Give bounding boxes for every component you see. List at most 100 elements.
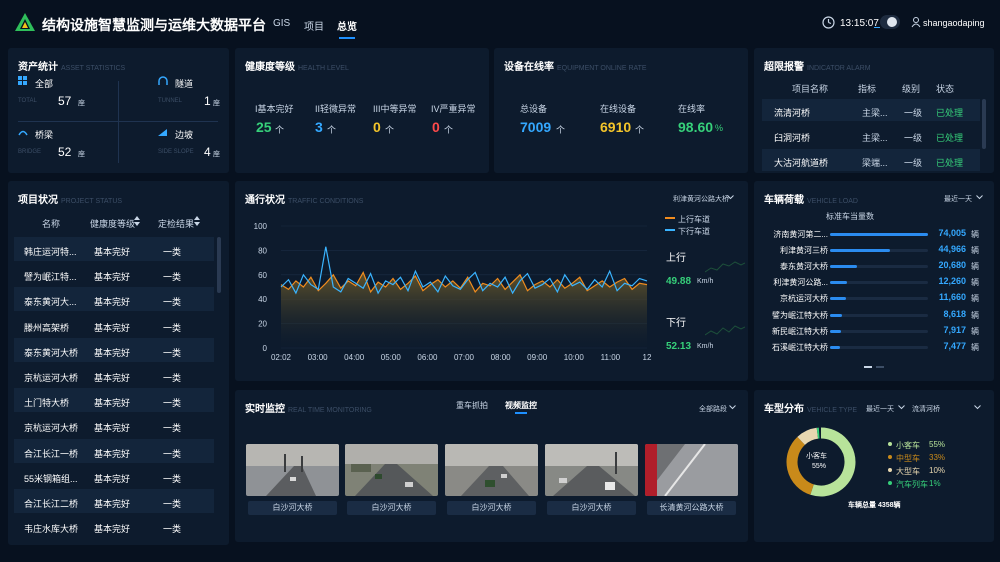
legend-value: 33% (929, 453, 946, 462)
donut-slice (786, 436, 815, 495)
logo-icon (15, 13, 35, 31)
project-row-name[interactable]: 韦庄水库大桥 (24, 522, 86, 535)
asset-title: 资产统计 ASSET STATISTICS (18, 62, 126, 73)
donut-center-label: 小客车 (806, 453, 827, 460)
alarm-row-level: 一级 (904, 133, 923, 143)
project-row-health: 基本完好 (94, 297, 131, 308)
camera-thumbnail[interactable] (345, 444, 438, 496)
health-unit-1: 个 (275, 125, 285, 135)
project-row-name[interactable]: 京杭运河大桥 (24, 421, 86, 434)
chevron-down-icon[interactable] (729, 405, 736, 410)
monitor-title: 实时监控 REAL TIME MONITORING (245, 404, 372, 415)
sort-icon[interactable] (134, 216, 140, 226)
asset-panel: 资产统计 ASSET STATISTICS 全部 TOTAL 57 座 隧道 TU… (8, 48, 229, 173)
project-row-name[interactable]: 合江长江二桥 (24, 497, 86, 510)
asset-slope-label: 边坡 (175, 130, 194, 140)
alarm-scrollbar[interactable] (982, 99, 986, 149)
project-row-inspection: 一类 (163, 423, 182, 434)
tab-heavy-vehicle[interactable]: 重车抓拍 (456, 400, 488, 411)
project-row-health: 基本完好 (94, 247, 131, 257)
load-range-select[interactable]: 最近一天 (944, 194, 972, 204)
chevron-down-icon[interactable] (727, 195, 734, 200)
sort-icon[interactable] (194, 216, 200, 226)
legend-label: 汽车列车 (896, 480, 928, 489)
asset-tunnel-unit: 座 (213, 100, 220, 107)
load-value: 12,260 (938, 276, 966, 287)
bridge-select[interactable]: 利津黄河公路大桥 (673, 194, 729, 204)
project-row-inspection: 一类 (163, 322, 182, 333)
project-row-inspection: 一类 (163, 499, 182, 509)
section-filter[interactable]: 全部路段 (699, 404, 727, 414)
health-label-4: IV严重异常 (431, 104, 476, 114)
username[interactable]: shangaodaping (923, 18, 985, 28)
load-unit: 辆 (971, 246, 979, 256)
alarm-row-level: 一级 (904, 108, 923, 118)
vehicle-type-title: 车型分布 VEHICLE TYPE (764, 404, 858, 415)
load-value: 20,680 (938, 260, 966, 271)
tab-video[interactable]: 视频监控 (505, 400, 537, 411)
up-sparkline (705, 261, 745, 273)
load-bridge-name: 泰东黄河大桥 (780, 262, 828, 272)
up-speed-unit: Km/h (697, 278, 714, 285)
health-value-1: 25 (256, 119, 272, 135)
project-scrollbar[interactable] (217, 237, 221, 293)
load-bar (830, 345, 840, 349)
type-range-select[interactable]: 最近一天 (866, 404, 894, 414)
x-tick-label: 08:00 (491, 353, 512, 361)
alarm-row-status: 已处理 (936, 108, 964, 118)
camera-thumbnail[interactable] (545, 444, 638, 496)
alarm-row-name: 流清河桥 (774, 108, 811, 118)
load-bar-track (830, 281, 928, 285)
project-row-name[interactable]: 泰东黄河大桥 (24, 346, 86, 359)
asset-tunnel-value: 1 (204, 94, 211, 108)
theme-toggle[interactable] (880, 15, 900, 29)
project-row-name[interactable]: 譬为岷江特... (24, 270, 86, 283)
app-title: 结构设施智慧监测与运维大数据平台 (42, 17, 266, 33)
toggle-knob (887, 17, 897, 27)
load-value: 74,005 (938, 228, 966, 238)
vehicle-load-panel: 车辆荷载 VEHICLE LOAD 最近一天 标准车当量数 济南黄河第二... 74… (754, 181, 994, 381)
nav-overview[interactable]: 总览 (337, 18, 357, 39)
nav-projects[interactable]: 项目 (304, 18, 324, 33)
chevron-down-icon[interactable] (974, 405, 981, 410)
load-value: 44,966 (938, 244, 966, 255)
alarm-row-indicator: 主梁... (862, 108, 888, 118)
project-row-name[interactable]: 合江长江一桥 (24, 447, 86, 460)
camera-thumbnail[interactable] (645, 444, 738, 496)
camera-thumbnail[interactable] (246, 444, 339, 496)
asset-total-en: TOTAL (18, 98, 37, 104)
health-value-4: 0 (432, 119, 440, 135)
traffic-title: 通行状况 TRAFFIC CONDITIONS (245, 195, 364, 206)
alarm-header-name: 项目名称 (792, 84, 829, 94)
monitor-panel: 实时监控 REAL TIME MONITORING 重车抓拍 视频监控 全部路段 … (235, 390, 748, 542)
type-bridge-select[interactable]: 流清河桥 (912, 404, 940, 414)
equipment-value-online: 6910 (600, 119, 632, 135)
equipment-label-online: 在线设备 (600, 104, 637, 114)
x-tick-label: 05:00 (381, 353, 402, 361)
y-tick-label: 60 (258, 271, 267, 280)
user-icon (911, 17, 921, 28)
nav-gis[interactable]: GIS (273, 18, 290, 29)
project-header-health[interactable]: 健康度等级 (90, 217, 135, 230)
grid-icon (18, 76, 27, 85)
project-row-name[interactable]: 韩庄运河特... (24, 245, 86, 258)
project-panel: 项目状况 PROJECT STATUS 名称 健康度等级 定检结果 韩庄运河特..… (8, 181, 229, 545)
pager-dot-active[interactable] (864, 366, 872, 368)
project-header-inspection[interactable]: 定检结果 (158, 217, 194, 230)
project-row-name[interactable]: 泰东黄河大... (24, 295, 86, 308)
slope-icon (158, 129, 167, 136)
project-row-name[interactable]: 土门特大桥 (24, 396, 86, 409)
project-row-name[interactable]: 滕州高架桥 (24, 321, 86, 334)
equipment-label-total: 总设备 (520, 104, 548, 114)
project-row-name[interactable]: 55米钢箱组... (24, 472, 86, 485)
project-row-name[interactable]: 京杭运河大桥 (24, 371, 86, 384)
pager-dot[interactable] (876, 366, 884, 368)
camera-thumbnail[interactable] (445, 444, 538, 496)
load-bar (830, 281, 847, 285)
vehicle-total: 车辆总量 4358辆 (848, 502, 901, 509)
camera-caption: 白沙河大桥 (547, 501, 636, 515)
legend-up-label: 上行车道 (678, 215, 710, 224)
chevron-down-icon[interactable] (976, 195, 983, 200)
chevron-down-icon[interactable] (898, 405, 905, 410)
alarm-header-status: 状态 (936, 84, 955, 94)
